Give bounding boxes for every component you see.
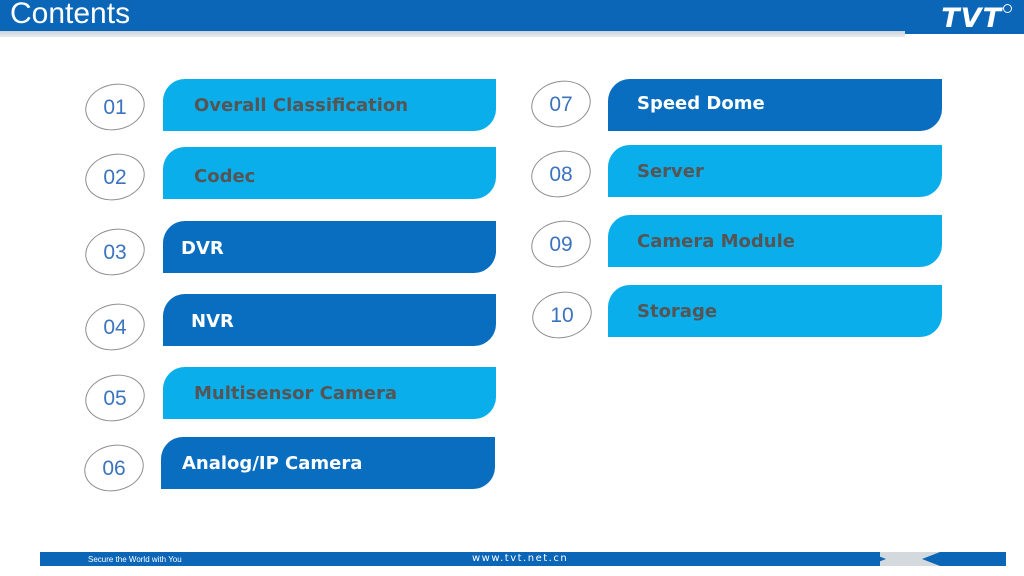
item-bar[interactable]: DVR: [163, 221, 496, 273]
item-number: 09: [549, 233, 573, 256]
item-label: Server: [637, 161, 704, 182]
footer-website: www.tvt.net.cn: [472, 553, 569, 564]
item-label: Speed Dome: [637, 93, 765, 114]
page-title: Contents: [10, 0, 131, 30]
item-number: 07: [549, 93, 573, 116]
item-bar[interactable]: Camera Module: [608, 215, 942, 267]
footer-arrow-left-icon: [922, 552, 940, 566]
item-number: 05: [103, 387, 127, 410]
item-number: 02: [103, 166, 127, 189]
header-stripe: [0, 31, 905, 37]
item-bar[interactable]: Multisensor Camera: [163, 367, 496, 419]
item-number: 08: [549, 163, 573, 186]
item-bar[interactable]: NVR: [163, 294, 496, 346]
header-bar: Contents TVT: [0, 0, 1024, 34]
item-label: Overall Classification: [194, 95, 409, 116]
item-label: Multisensor Camera: [194, 383, 397, 404]
item-label: DVR: [181, 238, 224, 259]
tvt-logo: TVT: [941, 3, 1002, 34]
footer-tagline: Secure the World with You: [88, 555, 182, 564]
item-bar[interactable]: Speed Dome: [608, 79, 942, 131]
item-bar[interactable]: Server: [608, 145, 942, 197]
item-label: Camera Module: [637, 231, 795, 252]
item-number: 10: [550, 304, 574, 327]
footer-arrow-right-icon: [868, 552, 886, 566]
item-bar[interactable]: Overall Classification: [163, 79, 496, 131]
item-number: 03: [103, 241, 127, 264]
registered-mark-icon: [1003, 4, 1012, 13]
item-number: 01: [103, 96, 127, 119]
item-label: Storage: [637, 301, 718, 322]
item-bar[interactable]: Codec: [163, 147, 496, 199]
item-label: Codec: [194, 166, 256, 187]
item-bar[interactable]: Analog/IP Camera: [161, 437, 495, 489]
item-number: 06: [102, 457, 126, 480]
item-label: Analog/IP Camera: [182, 453, 363, 474]
item-number: 04: [103, 316, 127, 339]
item-label: NVR: [191, 311, 234, 332]
item-bar[interactable]: Storage: [608, 285, 942, 337]
